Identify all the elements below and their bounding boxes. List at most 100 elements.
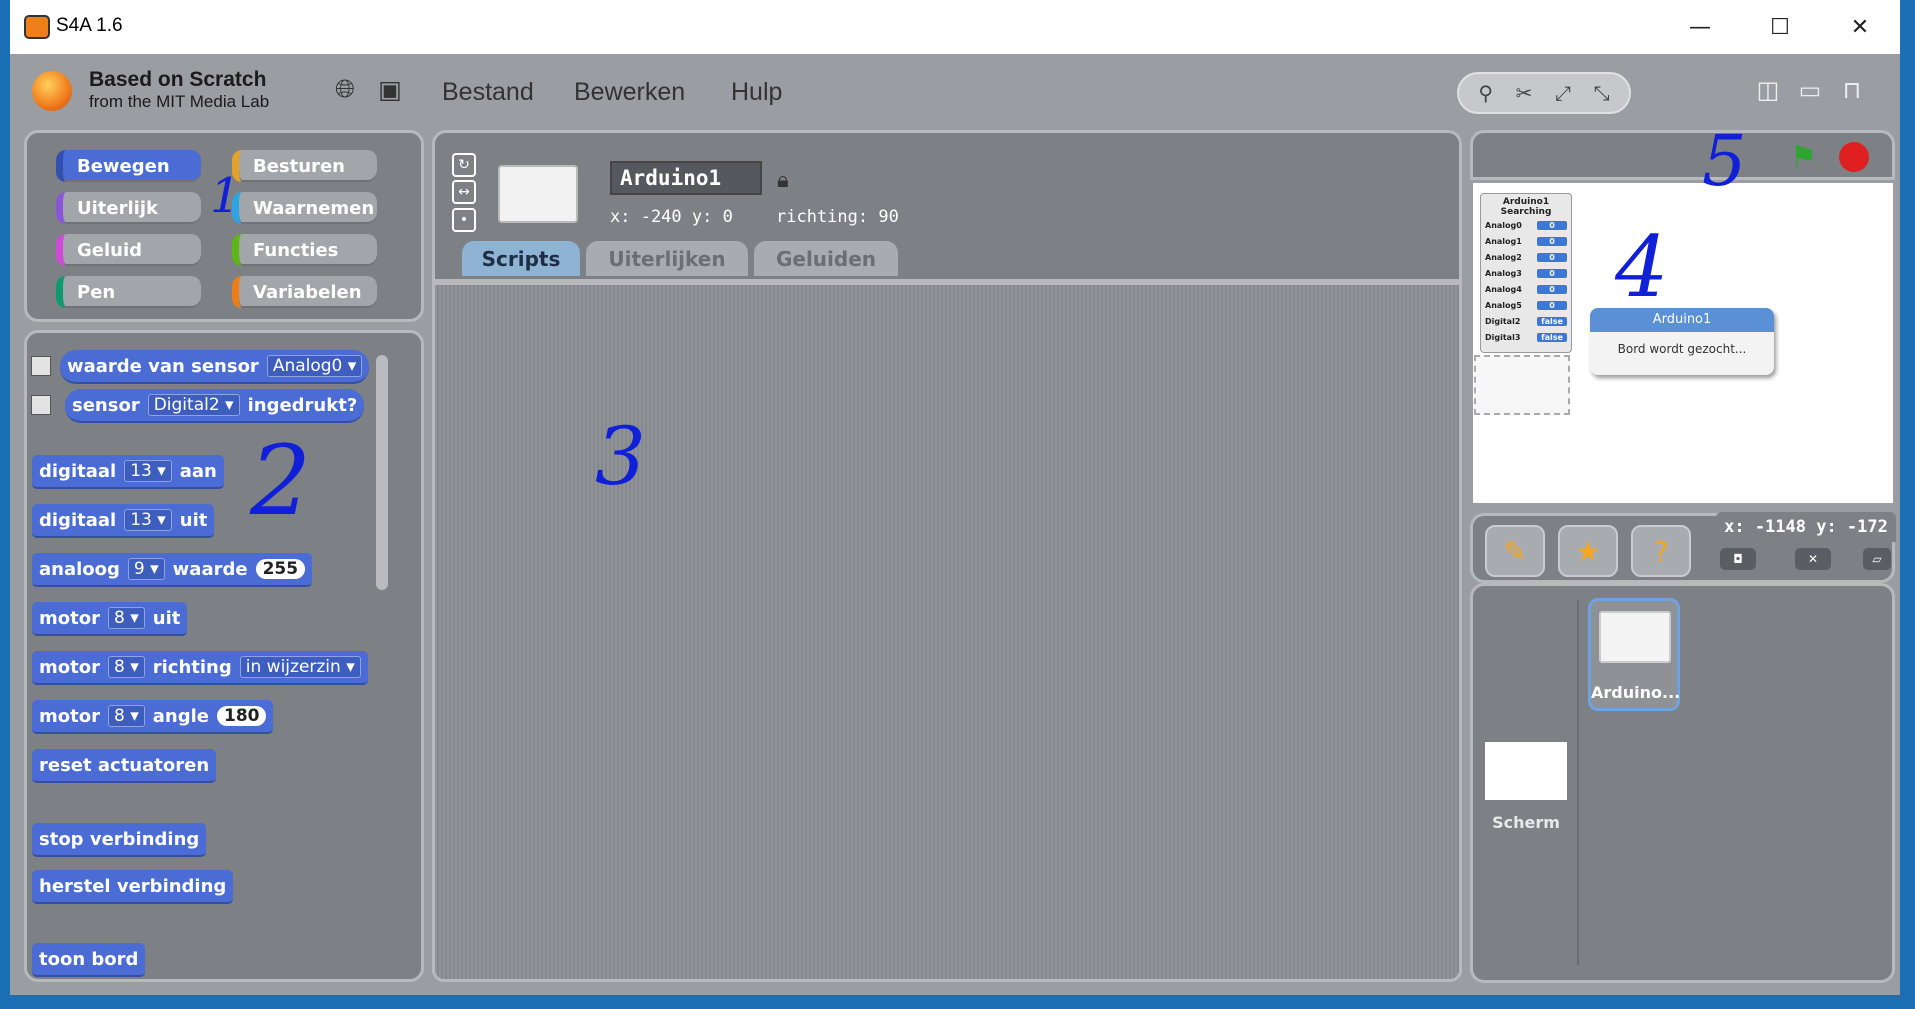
watcher-title: Arduino1 Searching — [1500, 197, 1552, 217]
stamp-icon[interactable]: ⚲ — [1478, 81, 1493, 105]
sprite-name-field[interactable]: Arduino1 — [610, 161, 762, 195]
watcher-row: Digital3 false — [1481, 329, 1571, 345]
presentation-icon[interactable]: ⊓ — [1832, 74, 1872, 106]
block-text: ingedrukt? — [247, 394, 358, 416]
grow-icon[interactable]: ⤢ — [1555, 81, 1571, 105]
block-text: digitaal — [39, 460, 117, 482]
import-sprite-icon[interactable]: ★ — [1558, 525, 1618, 577]
rotate-style-icon[interactable]: ↻ — [452, 153, 476, 177]
block-text: angle — [152, 705, 209, 727]
scissors-icon[interactable]: ✂ — [1516, 81, 1533, 105]
small-stage-icon[interactable]: ▭ — [1790, 74, 1830, 106]
annotation-1: 1 — [210, 168, 241, 224]
window-title: S4A 1.6 — [56, 15, 123, 36]
stop-icon[interactable] — [1839, 142, 1869, 172]
pin-dropdown[interactable]: 13 ▾ — [124, 460, 172, 482]
arduino-board-image — [1474, 355, 1570, 415]
logo-subtitle: from the MIT Media Lab — [89, 92, 270, 111]
maximize-button[interactable]: ☐ — [1750, 8, 1810, 46]
tab-scripts[interactable]: Scripts — [462, 241, 580, 276]
category-besturen[interactable]: Besturen — [232, 150, 377, 182]
watcher-row: Analog0 0 — [1481, 217, 1571, 233]
block-motor-direction[interactable]: motor 8 ▾ richting in wijzerzin ▾ — [32, 651, 368, 685]
block-sensor-pressed[interactable]: sensor Digital2 ▾ ingedrukt? — [65, 389, 365, 423]
edit-icon[interactable]: ▱ — [1863, 548, 1891, 570]
scripts-area[interactable] — [432, 282, 1462, 982]
dialog-message: Bord wordt gezocht... — [1617, 342, 1747, 356]
mute-icon[interactable]: ✕ — [1795, 548, 1831, 570]
block-text: uit — [179, 509, 208, 531]
no-rotate-icon[interactable]: • — [452, 208, 476, 232]
block-text: herstel verbinding — [39, 875, 227, 897]
sprite-thumbnail — [498, 165, 578, 223]
block-motor-off[interactable]: motor 8 ▾ uit — [32, 602, 188, 636]
sensor-board-watcher: Arduino1 Searching Analog0 0 Analog1 0 Ana… — [1480, 193, 1572, 353]
category-geluid[interactable]: Geluid — [56, 234, 201, 266]
block-text: richting — [152, 656, 232, 678]
pin-dropdown[interactable]: 8 ▾ — [107, 607, 145, 629]
watcher-row: Analog5 0 — [1481, 297, 1571, 313]
lock-icon[interactable]: 🔒︎ — [777, 168, 789, 193]
block-sensor-value[interactable]: waarde van sensor Analog0 ▾ — [60, 350, 370, 384]
category-uiterlijk[interactable]: Uiterlijk — [56, 192, 201, 224]
watcher-row: Analog2 0 — [1481, 249, 1571, 265]
block-motor-angle[interactable]: motor 8 ▾ angle 180 — [32, 700, 274, 734]
flip-style-icon[interactable]: ↔ — [452, 180, 476, 204]
sensor-dropdown[interactable]: Analog0 ▾ — [266, 355, 363, 377]
normal-stage-icon[interactable]: ◫ — [1748, 74, 1788, 106]
block-restore-connection[interactable]: herstel verbinding — [32, 870, 234, 904]
category-functies[interactable]: Functies — [232, 234, 377, 266]
app-icon — [24, 15, 50, 39]
surprise-sprite-icon[interactable]: ? — [1631, 525, 1691, 577]
search-dialog: Arduino1 Bord wordt gezocht... — [1590, 308, 1774, 375]
block-text: motor — [39, 656, 100, 678]
category-variabelen[interactable]: Variabelen — [232, 276, 377, 308]
sprite-coordinates: x: -240 y: 0 — [610, 207, 733, 227]
title-bar: S4A 1.6 — ☐ ✕ — [10, 0, 1900, 54]
annotation-5: 5 — [1702, 120, 1747, 202]
category-waarnemen[interactable]: Waarnemen — [232, 192, 377, 224]
paint-sprite-icon[interactable]: ✎ — [1485, 525, 1545, 577]
close-button[interactable]: ✕ — [1830, 8, 1890, 46]
pin-dropdown[interactable]: 8 ▾ — [107, 705, 145, 727]
value-input[interactable]: 255 — [255, 559, 306, 579]
green-flag-icon[interactable]: ⚑ — [1790, 140, 1817, 175]
direction-dropdown[interactable]: in wijzerzin ▾ — [239, 656, 361, 678]
sensor-board-icon[interactable]: ◘ — [1720, 548, 1756, 570]
menu-bestand[interactable]: Bestand — [442, 78, 534, 107]
block-text: stop verbinding — [39, 828, 200, 850]
block-analog-value[interactable]: analoog 9 ▾ waarde 255 — [32, 553, 313, 587]
sensor-pressed-checkbox[interactable] — [31, 395, 51, 415]
sprite-direction: richting: 90 — [776, 207, 899, 227]
tab-sounds[interactable]: Geluiden — [754, 241, 898, 276]
save-icon[interactable]: ▣ — [375, 74, 405, 104]
angle-input[interactable]: 180 — [216, 706, 267, 726]
watcher-row: Analog1 0 — [1481, 233, 1571, 249]
pin-dropdown[interactable]: 9 ▾ — [127, 558, 165, 580]
block-stop-connection[interactable]: stop verbinding — [32, 823, 207, 857]
menu-hulp[interactable]: Hulp — [731, 78, 782, 107]
sensor-value-checkbox[interactable] — [31, 356, 51, 376]
block-digital-on[interactable]: digitaal 13 ▾ aan — [32, 455, 224, 489]
block-reset-actuators[interactable]: reset actuatoren — [32, 749, 217, 783]
digital-dropdown[interactable]: Digital2 ▾ — [147, 394, 240, 416]
pin-dropdown[interactable]: 13 ▾ — [124, 509, 172, 531]
palette-scrollbar[interactable] — [376, 355, 388, 590]
block-show-board[interactable]: toon bord — [32, 943, 146, 977]
pin-dropdown[interactable]: 8 ▾ — [107, 656, 145, 678]
block-text: waarde — [172, 558, 248, 580]
stage-label: Scherm — [1492, 813, 1560, 832]
sprite-card-label: Arduino... — [1591, 683, 1681, 702]
annotation-2: 2 — [250, 425, 312, 537]
menu-bewerken[interactable]: Bewerken — [574, 78, 685, 107]
stage-thumbnail[interactable] — [1485, 742, 1567, 800]
scratch-logo-icon — [32, 71, 72, 111]
sprite-card-arduino[interactable]: Arduino... — [1588, 598, 1680, 711]
globe-icon[interactable]: 🌐︎ — [330, 74, 360, 104]
shrink-icon[interactable]: ⤡ — [1594, 81, 1610, 105]
tab-costumes[interactable]: Uiterlijken — [586, 241, 748, 276]
block-digital-off[interactable]: digitaal 13 ▾ uit — [32, 504, 215, 538]
category-pen[interactable]: Pen — [56, 276, 201, 308]
minimize-button[interactable]: — — [1670, 8, 1730, 46]
category-bewegen[interactable]: Bewegen — [56, 150, 201, 182]
